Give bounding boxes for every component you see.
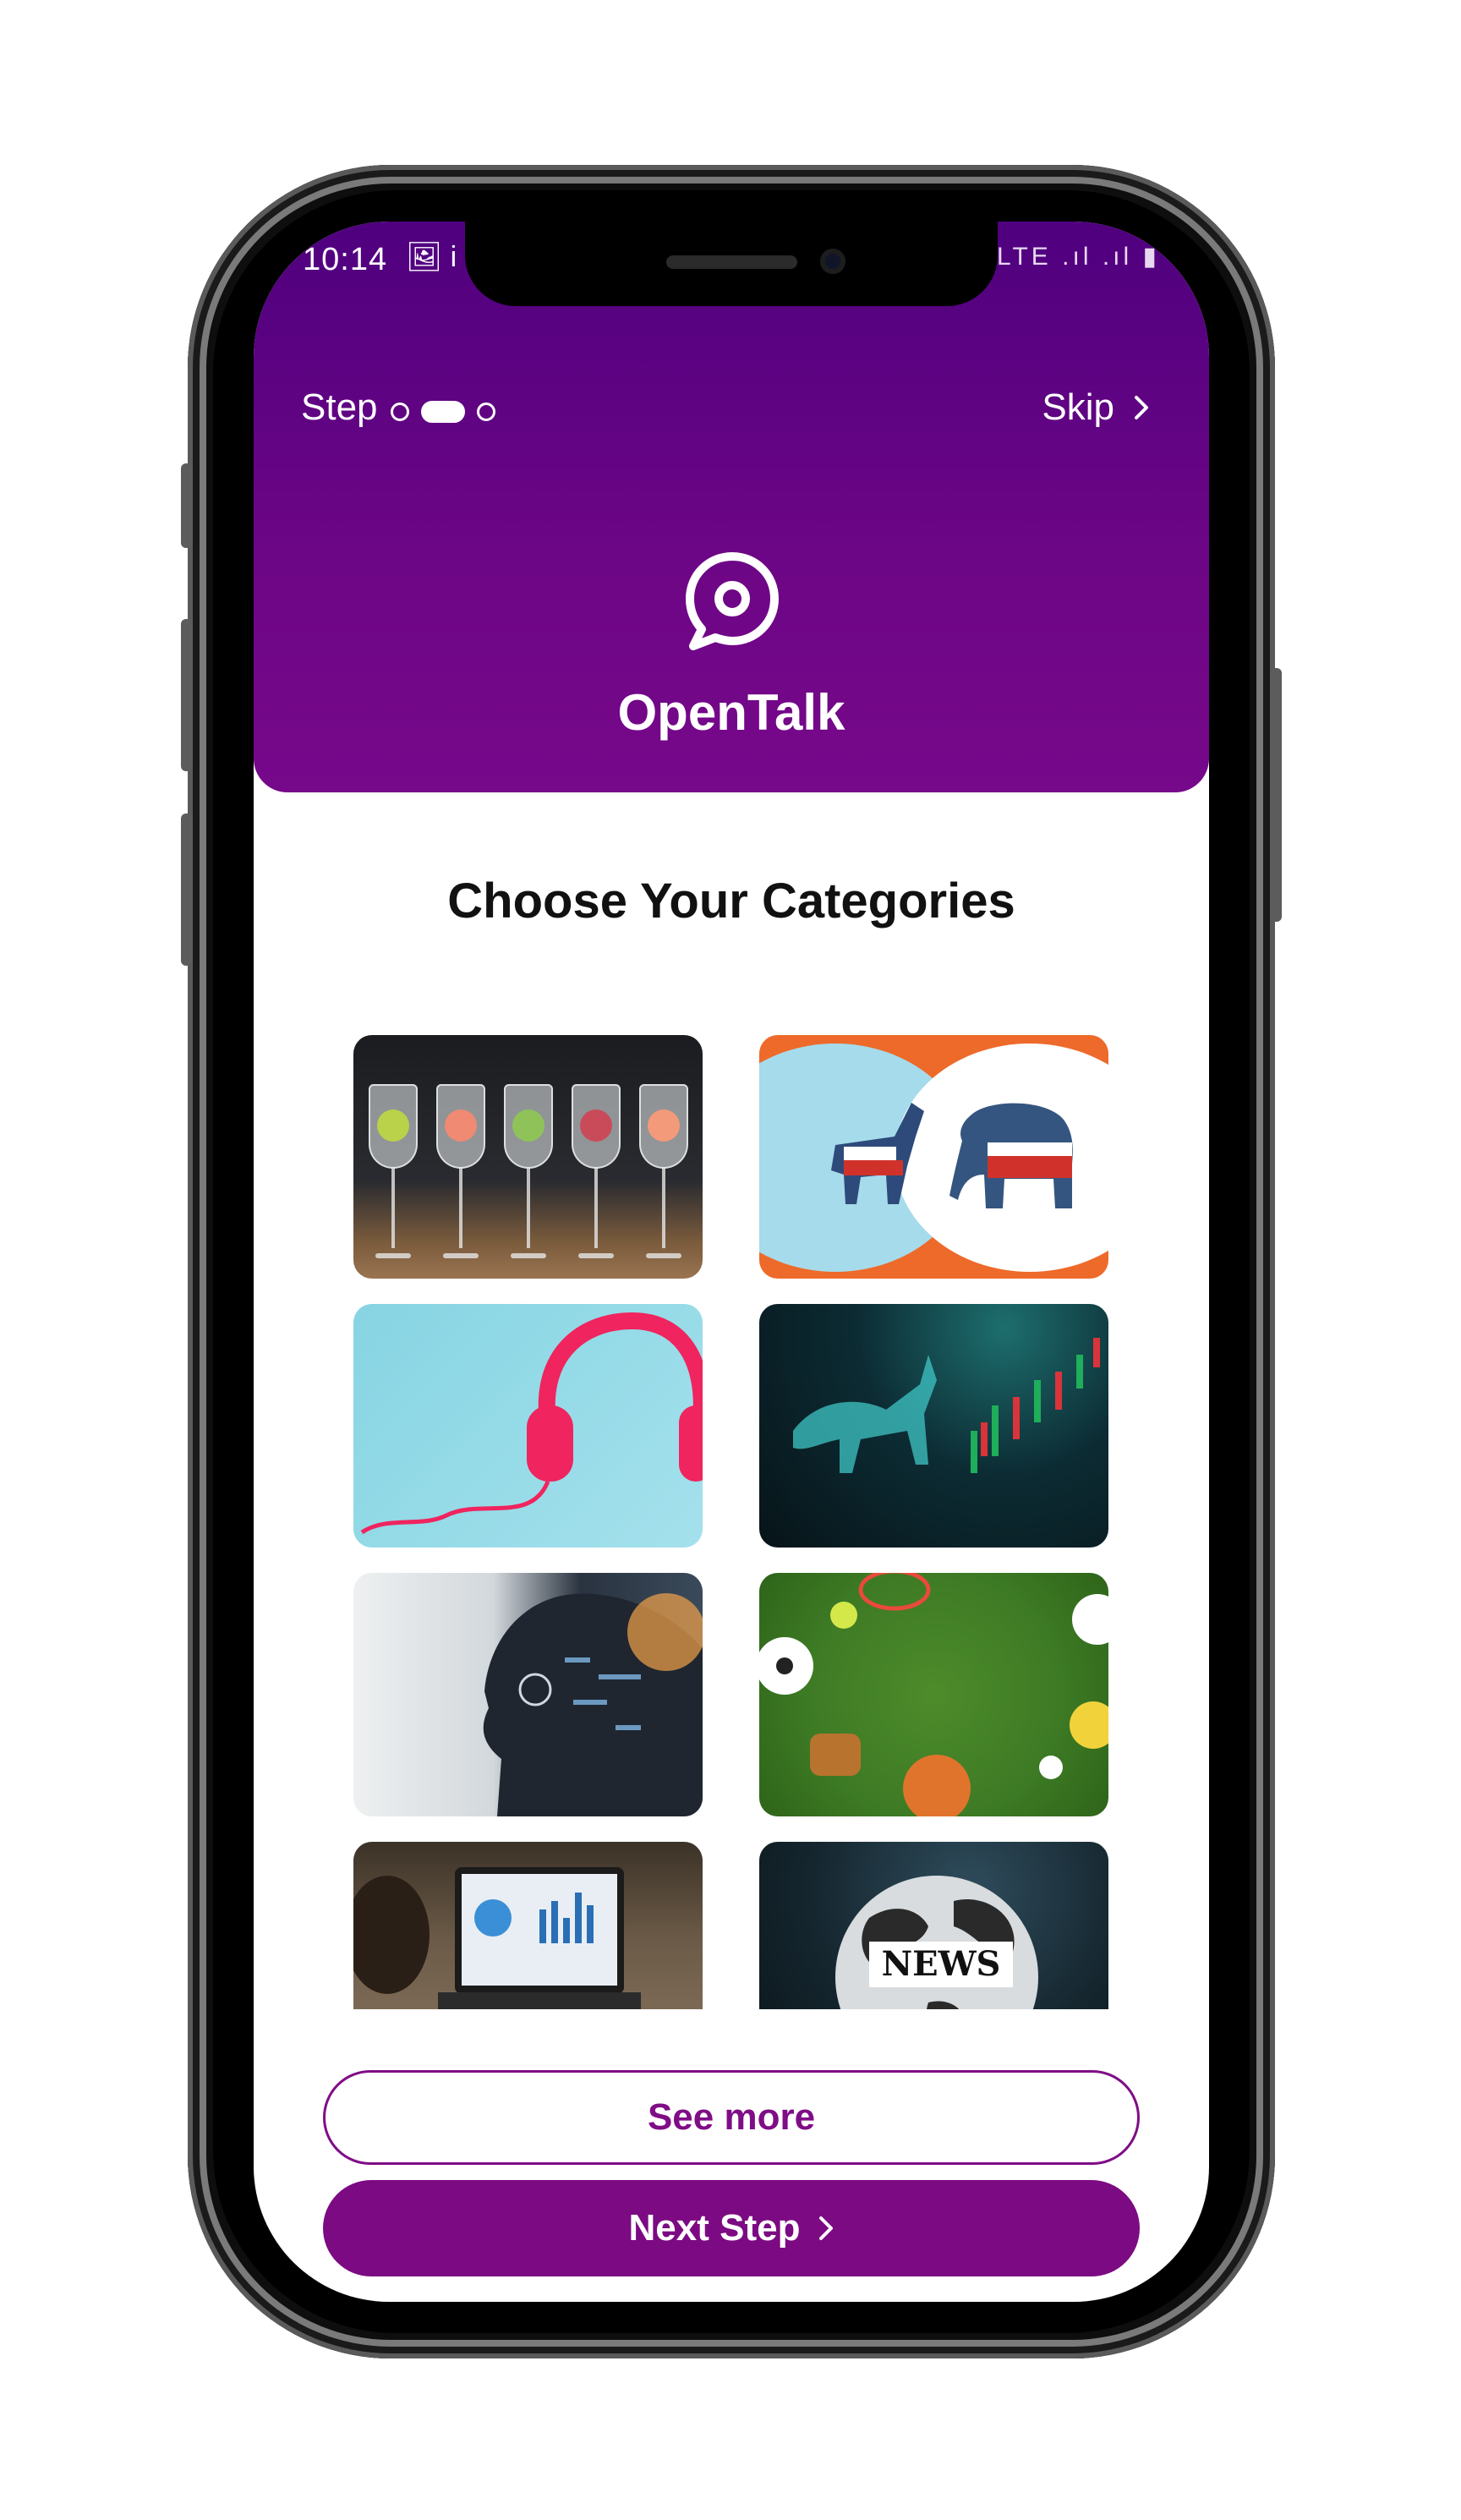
- category-tile-politics[interactable]: [759, 1035, 1108, 1279]
- status-notification-icons: 🖼 i: [406, 241, 457, 273]
- step-label: Step: [301, 386, 378, 428]
- headphones-image: [360, 1312, 703, 1535]
- category-grid: NEWS: [353, 1035, 1108, 2009]
- next-step-label: Next Step: [628, 2207, 801, 2249]
- skip-button[interactable]: Skip: [1042, 386, 1150, 429]
- see-more-button[interactable]: See more: [323, 2070, 1140, 2165]
- phone-power-button: [1270, 668, 1282, 922]
- laptop-charts-image: [353, 1867, 641, 2009]
- step-dot: [391, 403, 409, 421]
- phone-volume-button: [181, 463, 193, 548]
- sports-balls-image: [759, 1573, 1108, 1816]
- step-dot-active: [421, 401, 465, 423]
- news-label: NEWS: [881, 1944, 1001, 1984]
- step-indicator: [391, 399, 495, 425]
- chat-bubble-icon: [686, 552, 779, 650]
- category-tile-sports[interactable]: [759, 1573, 1108, 1816]
- skip-label: Skip: [1042, 386, 1114, 428]
- front-camera: [820, 249, 845, 274]
- speaker-grille: [666, 255, 797, 269]
- glass-image-part: [639, 1057, 688, 1258]
- ai-face-image: [483, 1593, 703, 1816]
- phone-volume-button: [181, 619, 193, 771]
- glass-image-part: [572, 1057, 621, 1258]
- donkey-icon: [831, 1103, 924, 1204]
- category-tile-music[interactable]: [353, 1304, 703, 1548]
- elephant-icon: [949, 1103, 1073, 1208]
- chevron-right-icon: [819, 2216, 834, 2240]
- step-dot: [477, 403, 495, 421]
- category-tile-technology[interactable]: [353, 1573, 703, 1816]
- next-step-button[interactable]: Next Step: [323, 2180, 1140, 2276]
- phone-notch: [465, 222, 998, 306]
- phone-volume-button: [181, 814, 193, 966]
- category-tile-cocktails[interactable]: [353, 1035, 703, 1279]
- category-tile-finance[interactable]: [759, 1304, 1108, 1548]
- stock-bull-image: [793, 1338, 1100, 1473]
- page-title: Choose Your Categories: [447, 874, 1015, 929]
- category-tile-news[interactable]: NEWS: [759, 1842, 1108, 2009]
- glass-image-part: [504, 1057, 553, 1258]
- status-time: 10:14: [303, 242, 388, 277]
- onboarding-header: 10:14 🖼 i ✱ LTE .ıl .ıl ▮ Step Skip Open…: [254, 222, 1209, 792]
- category-tile-business[interactable]: [353, 1842, 703, 2009]
- app-name: OpenTalk: [617, 684, 845, 741]
- glass-image-part: [369, 1057, 418, 1258]
- app-screen: 10:14 🖼 i ✱ LTE .ıl .ıl ▮ Step Skip Open…: [254, 222, 1209, 2302]
- glass-image-part: [436, 1057, 485, 1258]
- chevron-right-icon: [1135, 396, 1148, 419]
